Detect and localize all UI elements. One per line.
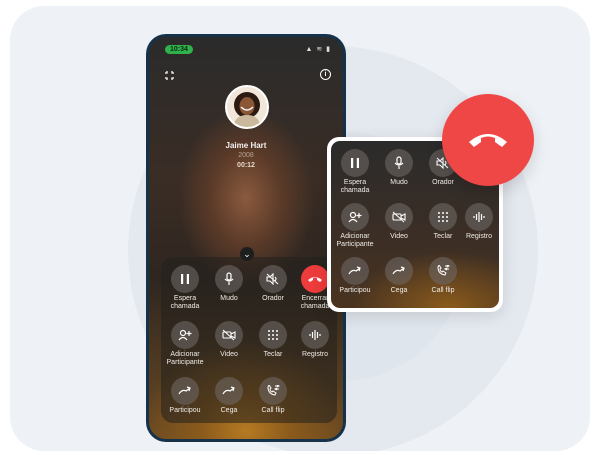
card-record-button[interactable]: Registro	[457, 203, 499, 241]
add-participant-icon	[341, 203, 369, 231]
blind-transfer-button[interactable]: Cega	[207, 377, 251, 415]
pause-icon	[171, 265, 199, 293]
status-bar: 10:34 ▲ ≋ ▮	[165, 45, 331, 55]
keypad-icon	[429, 203, 457, 231]
waveform-icon	[301, 321, 329, 349]
waveform-icon	[465, 203, 493, 231]
microphone-icon	[215, 265, 243, 293]
record-button[interactable]: Registro	[293, 321, 337, 359]
caller-name: Jaime Hart	[225, 141, 267, 150]
attended-transfer-button[interactable]: Participou	[163, 377, 207, 415]
card-blind-transfer-button[interactable]: Cega	[377, 257, 421, 295]
card-video-label: Video	[390, 233, 408, 240]
add-participant-label: Adicionar Participante	[166, 351, 204, 366]
keypad-label: Teclar	[263, 351, 283, 358]
call-flip-icon	[429, 257, 457, 285]
hang-up-icon	[469, 134, 507, 147]
card-call-flip-button[interactable]: Call flip	[421, 257, 465, 295]
phone-frame: 10:34 ▲ ≋ ▮ i Jaime Hart 2008 00:12 ⌄ Es…	[146, 34, 346, 442]
call-screen: 10:34 ▲ ≋ ▮ i Jaime Hart 2008 00:12 ⌄ Es…	[149, 37, 343, 439]
hold-call-button[interactable]: Espera chamada	[163, 265, 207, 311]
speaker-off-icon	[259, 265, 287, 293]
record-label: Registro	[301, 351, 329, 358]
blind-transfer-icon	[215, 377, 243, 405]
video-off-icon	[215, 321, 243, 349]
card-video-button[interactable]: Video	[377, 203, 421, 241]
pause-icon	[341, 149, 369, 177]
blind-transfer-label: Cega	[220, 407, 238, 414]
card-record-label: Registro	[465, 233, 493, 240]
signal-icons: ▲ ≋ ▮	[305, 46, 331, 53]
hold-call-label: Espera chamada	[170, 295, 200, 310]
attended-transfer-label: Participou	[169, 407, 201, 414]
add-participant-button[interactable]: Adicionar Participante	[163, 321, 207, 367]
card-blind-transfer-label: Cega	[390, 287, 408, 294]
card-mute-label: Mudo	[390, 179, 408, 186]
card-mute-button[interactable]: Mudo	[377, 149, 421, 187]
caller-extension: 2008	[238, 152, 254, 159]
microphone-icon	[385, 149, 413, 177]
video-button[interactable]: Video	[207, 321, 251, 359]
keypad-button[interactable]: Teclar	[251, 321, 295, 359]
call-flip-label: Call flip	[261, 407, 285, 414]
speaker-label: Orador	[262, 295, 284, 302]
info-icon[interactable]: i	[320, 69, 331, 80]
card-attended-transfer-label: Participou	[339, 287, 371, 294]
card-attended-transfer-button[interactable]: Participou	[333, 257, 377, 295]
transfer-icon	[341, 257, 369, 285]
add-participant-icon	[171, 321, 199, 349]
keypad-icon	[259, 321, 287, 349]
call-duration: 00:12	[237, 162, 255, 169]
video-off-icon	[385, 203, 413, 231]
card-call-flip-label: Call flip	[431, 287, 455, 294]
status-time: 10:34	[165, 45, 193, 54]
transfer-icon	[171, 377, 199, 405]
card-add-participant-button[interactable]: Adicionar Participante	[333, 203, 377, 249]
minimize-icon[interactable]	[163, 69, 175, 81]
card-add-participant-label: Adicionar Participante	[336, 233, 374, 248]
call-flip-icon	[259, 377, 287, 405]
card-hold-call-label: Espera chamada	[340, 179, 370, 194]
hang-up-icon	[301, 265, 329, 293]
card-speaker-label: Orador	[432, 179, 454, 186]
blind-transfer-icon	[385, 257, 413, 285]
speaker-button[interactable]: Orador	[251, 265, 295, 303]
call-flip-button[interactable]: Call flip	[251, 377, 295, 415]
mute-button[interactable]: Mudo	[207, 265, 251, 303]
caller-avatar	[225, 85, 269, 129]
call-controls-panel: Espera chamada Mudo Orador Encerrar cham…	[161, 257, 337, 423]
card-hold-call-button[interactable]: Espera chamada	[333, 149, 377, 195]
mute-label: Mudo	[220, 295, 238, 302]
large-end-call-button[interactable]	[442, 94, 534, 186]
video-label: Video	[220, 351, 238, 358]
